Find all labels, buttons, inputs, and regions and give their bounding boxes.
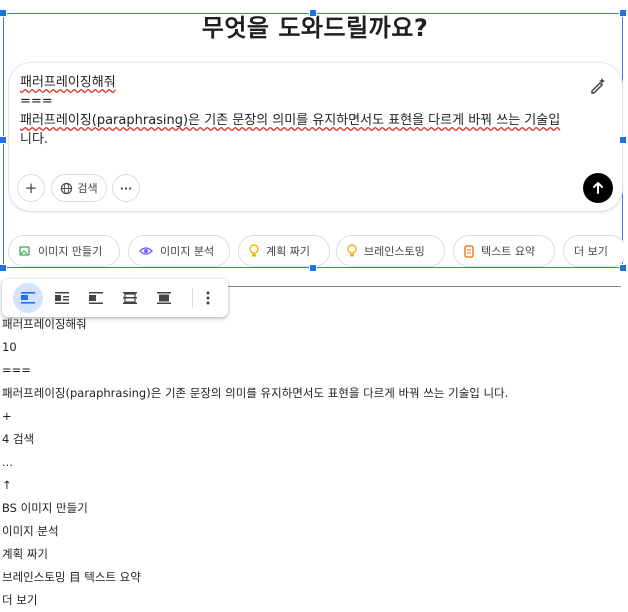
chip-plan[interactable]: 계획 짜기 <box>238 235 330 267</box>
behind-text-icon[interactable] <box>115 283 145 313</box>
document-body: 패러프레이징해줘 10 === 패러프레이징(paraphrasing)은 기존… <box>2 313 622 612</box>
doc-line: ↑ <box>2 478 12 492</box>
doc-line: 이미지 분석 <box>2 524 59 538</box>
prompt-text: 패러프레이징해줘 === 패러프레이징(paraphrasing)은 기존 문장… <box>20 73 580 149</box>
doc-line: 4 검색 <box>2 432 35 446</box>
inline-icon[interactable] <box>13 283 43 313</box>
image-create-icon <box>19 246 30 256</box>
doc-line: 10 <box>2 340 17 354</box>
prompt-line: 패러프레이징해줘 <box>20 75 116 90</box>
prompt-line: 패러프레이징(paraphrasing)은 기존 문장의 의미를 유지하면서도 … <box>20 113 561 128</box>
plus-icon[interactable]: + <box>17 174 45 202</box>
chip-image-analyze[interactable]: 이미지 분석 <box>128 235 230 267</box>
send-button[interactable] <box>583 173 613 203</box>
more-label: ··· <box>119 181 133 195</box>
resize-handle[interactable] <box>309 9 317 17</box>
more-vertical-icon[interactable] <box>193 283 223 313</box>
chip-label: 이미지 분석 <box>160 245 215 258</box>
doc-line: BS 이미지 만들기 <box>2 501 88 515</box>
chip-label: 계획 짜기 <box>266 245 310 258</box>
eye-icon <box>139 247 153 255</box>
chip-label: 이미지 만들기 <box>38 245 103 258</box>
doc-line: 더 보기 <box>2 593 38 607</box>
horizontal-rule <box>228 286 621 287</box>
globe-icon <box>61 182 73 194</box>
doc-line: 패러프레이징해줘 <box>2 317 87 331</box>
search-button[interactable]: 검색 <box>51 174 107 202</box>
doc-line: + <box>2 409 12 423</box>
break-text-icon[interactable] <box>81 283 111 313</box>
chip-image-create[interactable]: 이미지 만들기 <box>8 235 120 267</box>
chip-more[interactable]: 더 보기 <box>563 235 624 267</box>
search-label: 검색 <box>77 182 98 195</box>
lightbulb-icon <box>249 244 259 257</box>
chip-label: 더 보기 <box>574 245 608 258</box>
resize-handle[interactable] <box>0 136 7 144</box>
chip-label: 브레인스토밍 <box>364 245 425 258</box>
selected-image-frame[interactable]: 무엇을 도와드릴까요? 패러프레이징해줘 === 패러프레이징(paraphra… <box>3 13 624 268</box>
arrow-up-icon <box>593 182 603 194</box>
document-icon <box>464 244 474 258</box>
in-front-of-text-icon[interactable] <box>149 283 179 313</box>
resize-handle[interactable] <box>0 9 7 17</box>
prompt-line: === <box>20 94 53 109</box>
image-layout-toolbar <box>2 279 228 317</box>
chip-label: 텍스트 요약 <box>481 245 536 258</box>
prompt-card: 패러프레이징해줘 === 패러프레이징(paraphrasing)은 기존 문장… <box>9 63 622 211</box>
doc-line: === <box>2 363 31 377</box>
edit-sparkle-icon[interactable] <box>588 75 608 95</box>
resize-handle[interactable] <box>619 9 627 17</box>
prompt-line: 니다. <box>20 132 49 147</box>
chip-summarize[interactable]: 텍스트 요약 <box>453 235 555 267</box>
doc-line: ... <box>2 455 13 469</box>
plus-label: + <box>24 179 38 197</box>
doc-line: 패러프레이징(paraphrasing)은 기존 문장의 의미를 유지하면서도 … <box>2 386 509 400</box>
wrap-text-icon[interactable] <box>47 283 77 313</box>
chip-brainstorm[interactable]: 브레인스토밍 <box>336 235 445 267</box>
lightbulb-icon <box>347 244 357 257</box>
resize-handle[interactable] <box>0 264 7 272</box>
suggestion-chips: 이미지 만들기 이미지 분석 계획 짜기 브레인스토밍 텍스트 요약 더 보기 <box>8 235 624 267</box>
doc-line: 계획 짜기 <box>2 547 48 561</box>
resize-handle[interactable] <box>619 136 627 144</box>
resize-handle[interactable] <box>619 264 627 272</box>
doc-line: 브레인스토밍 目 텍스트 요약 <box>2 570 141 584</box>
resize-handle[interactable] <box>309 264 317 272</box>
more-dots-icon[interactable]: ··· <box>112 174 140 202</box>
